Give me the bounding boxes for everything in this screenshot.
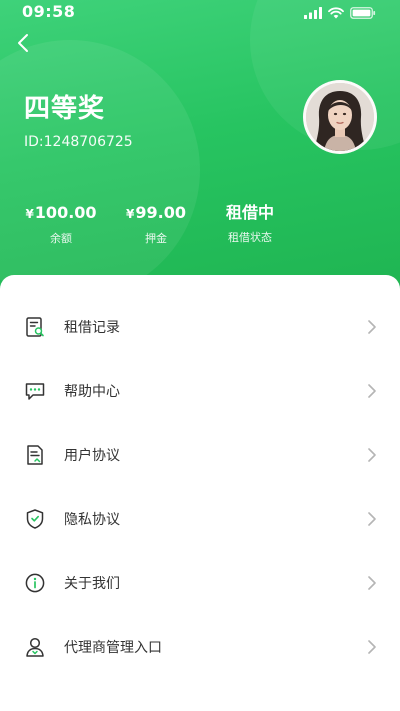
rental-status-value: 租借中 [225, 203, 274, 222]
signal-icon [304, 4, 322, 23]
menu-item-label: 用户协议 [64, 448, 120, 464]
menu-item-user-agreement[interactable]: 用户协议 [0, 427, 400, 483]
balance-label: 余额 [50, 232, 72, 245]
document-search-icon [23, 315, 47, 339]
menu-card: 租借记录 帮助中心 用户协议 隐私协议 关于我们 代理商管理入口 [0, 275, 400, 711]
chevron-right-icon [366, 510, 378, 528]
chevron-right-icon [366, 318, 378, 336]
user-icon [23, 635, 47, 659]
back-button[interactable] [10, 32, 36, 58]
menu-item-label: 隐私协议 [64, 512, 120, 528]
menu-item-help-center[interactable]: 帮助中心 [0, 363, 400, 419]
battery-icon [350, 4, 376, 23]
info-icon [23, 571, 47, 595]
menu-item-label: 代理商管理入口 [64, 640, 162, 656]
status-bar: 09:58 [0, 0, 400, 24]
chevron-left-icon [17, 33, 29, 57]
chevron-right-icon [366, 446, 378, 464]
status-time: 09:58 [22, 2, 76, 21]
rental-status-stat[interactable]: 租借中 租借状态 [205, 203, 295, 245]
deposit-label: 押金 [145, 232, 167, 245]
menu-item-privacy-agreement[interactable]: 隐私协议 [0, 491, 400, 547]
chevron-right-icon [366, 382, 378, 400]
balance-value: ¥100.00 [25, 203, 97, 222]
menu-item-label: 关于我们 [64, 576, 120, 592]
balance-stat[interactable]: ¥100.00 余额 [16, 203, 106, 246]
deposit-value: ¥99.00 [126, 203, 186, 222]
menu-item-agent-management[interactable]: 代理商管理入口 [0, 619, 400, 675]
profile-header: 09:58 四等奖 ID:1248706725 ¥100.00 余额 ¥99.0… [0, 0, 400, 300]
account-stats: ¥100.00 余额 ¥99.00 押金 租借中 租借状态 [0, 203, 400, 253]
rental-status-label: 租借状态 [228, 231, 272, 244]
menu-item-label: 租借记录 [64, 320, 120, 336]
avatar[interactable] [303, 80, 377, 154]
shield-icon [23, 507, 47, 531]
document-icon [23, 443, 47, 467]
menu-item-rental-records[interactable]: 租借记录 [0, 299, 400, 355]
chat-bubble-icon [23, 379, 47, 403]
status-icons [304, 4, 376, 23]
deposit-stat[interactable]: ¥99.00 押金 [111, 203, 201, 246]
user-name: 四等奖 [24, 94, 106, 124]
menu-item-about-us[interactable]: 关于我们 [0, 555, 400, 611]
chevron-right-icon [366, 574, 378, 592]
decorative-circle [0, 40, 200, 300]
chevron-right-icon [366, 638, 378, 656]
user-id: ID:1248706725 [24, 134, 133, 150]
wifi-icon [328, 4, 344, 23]
menu-item-label: 帮助中心 [64, 384, 120, 400]
